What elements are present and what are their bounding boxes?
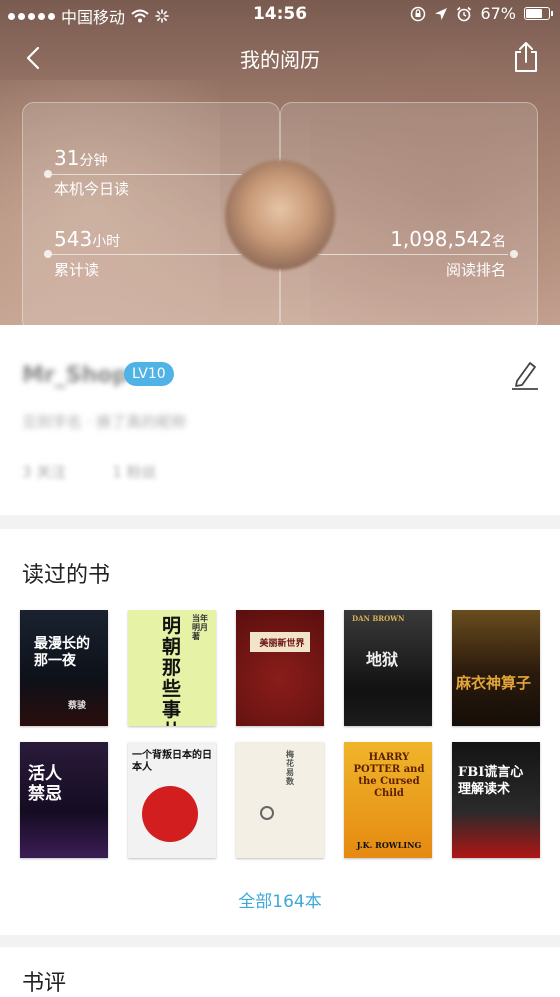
book-title: 最漫长的那一夜 (34, 636, 90, 669)
status-bar: 中国移动 14:56 67% (0, 0, 560, 30)
section-divider (0, 515, 560, 529)
page-title: 我的阅历 (240, 48, 320, 72)
book-author: J.K. ROWLING (356, 840, 422, 850)
stat-rank-label: 阅读排名 (445, 261, 506, 279)
stat-today-connector (44, 170, 244, 178)
book-cover[interactable]: 麻衣神算子 (452, 610, 540, 726)
stat-today-unit: 分钟 (79, 153, 108, 169)
stat-today-value: 31 (54, 146, 80, 170)
book-cover[interactable]: 美丽新世界 (236, 610, 324, 726)
book-cover[interactable]: DAN BROWN 地狱 (344, 610, 432, 726)
book-cover[interactable]: 最漫长的那一夜 蔡骏 (20, 610, 108, 726)
user-signature: 见到字名 · 换了真的昵称 (22, 413, 187, 431)
book-title: HARRY POTTER and the Cursed Child (353, 752, 425, 799)
book-title: 地狱 (366, 650, 399, 669)
avatar[interactable] (225, 160, 335, 270)
book-title: 美丽新世界 (259, 639, 305, 649)
username: Mr_Shop (22, 363, 129, 388)
lock-rotation-icon (411, 6, 426, 21)
level-badge: LV10 (124, 362, 174, 386)
stat-today-label: 本机今日读 (54, 180, 130, 198)
section-divider (0, 935, 560, 947)
stat-rank-connector (318, 250, 518, 258)
location-icon (435, 7, 448, 20)
books-section-title: 读过的书 (22, 563, 111, 588)
book-cover[interactable]: 明朝那些事儿 当年明月 著 (128, 610, 216, 726)
book-cover[interactable]: 活人禁忌 (20, 742, 108, 858)
reviews-section-title: 书评 (22, 971, 67, 996)
stat-total-label: 累计读 (54, 261, 100, 279)
alarm-icon (457, 6, 472, 21)
book-title: 一个背叛日本的日本人 (132, 750, 212, 773)
stat-total-value: 543 (54, 227, 93, 251)
book-title: 明朝那些事儿 (162, 615, 182, 727)
book-cover[interactable]: 一个背叛日本的日本人 (128, 742, 216, 858)
battery-percent: 67% (480, 4, 516, 23)
nav-bar: 我的阅历 (0, 30, 560, 86)
book-title: 麻衣神算子 (456, 674, 532, 692)
status-right: 67% (410, 4, 553, 23)
book-author: 当年明月 著 (192, 613, 208, 641)
book-title: 活人禁忌 (28, 764, 62, 804)
battery-icon (524, 7, 553, 20)
stat-total-connector (44, 250, 244, 258)
profile-header: 中国移动 14:56 67% 我的阅历 31分钟 本机今日读 543小时 累计读… (0, 0, 560, 325)
book-author: DAN BROWN (352, 614, 405, 623)
book-cover[interactable]: HARRY POTTER and the Cursed Child J.K. R… (344, 742, 432, 858)
follow-counts: 3 关注 1 粉丝 (22, 461, 157, 482)
following-count[interactable]: 3 关注 (22, 461, 66, 482)
follower-count[interactable]: 1 粉丝 (112, 461, 156, 482)
book-cover[interactable]: 梅花易数 (236, 742, 324, 858)
stat-rank-value: 1,098,542 (390, 227, 492, 251)
book-title: 梅花易数 (286, 749, 294, 786)
stat-total-unit: 小时 (92, 234, 121, 250)
book-author: 蔡骏 (68, 701, 87, 711)
stat-rank-unit: 名 (492, 234, 506, 250)
all-books-link[interactable]: 全部164本 (0, 887, 560, 912)
share-icon[interactable] (510, 40, 542, 74)
book-title: FBI谎言心理解读术 (458, 765, 524, 797)
book-cover[interactable]: FBI谎言心理解读术 (452, 742, 540, 858)
profile-info: Mr_Shop LV10 见到字名 · 换了真的昵称 3 关注 1 粉丝 (0, 325, 560, 515)
edit-pencil-icon[interactable] (510, 359, 540, 391)
